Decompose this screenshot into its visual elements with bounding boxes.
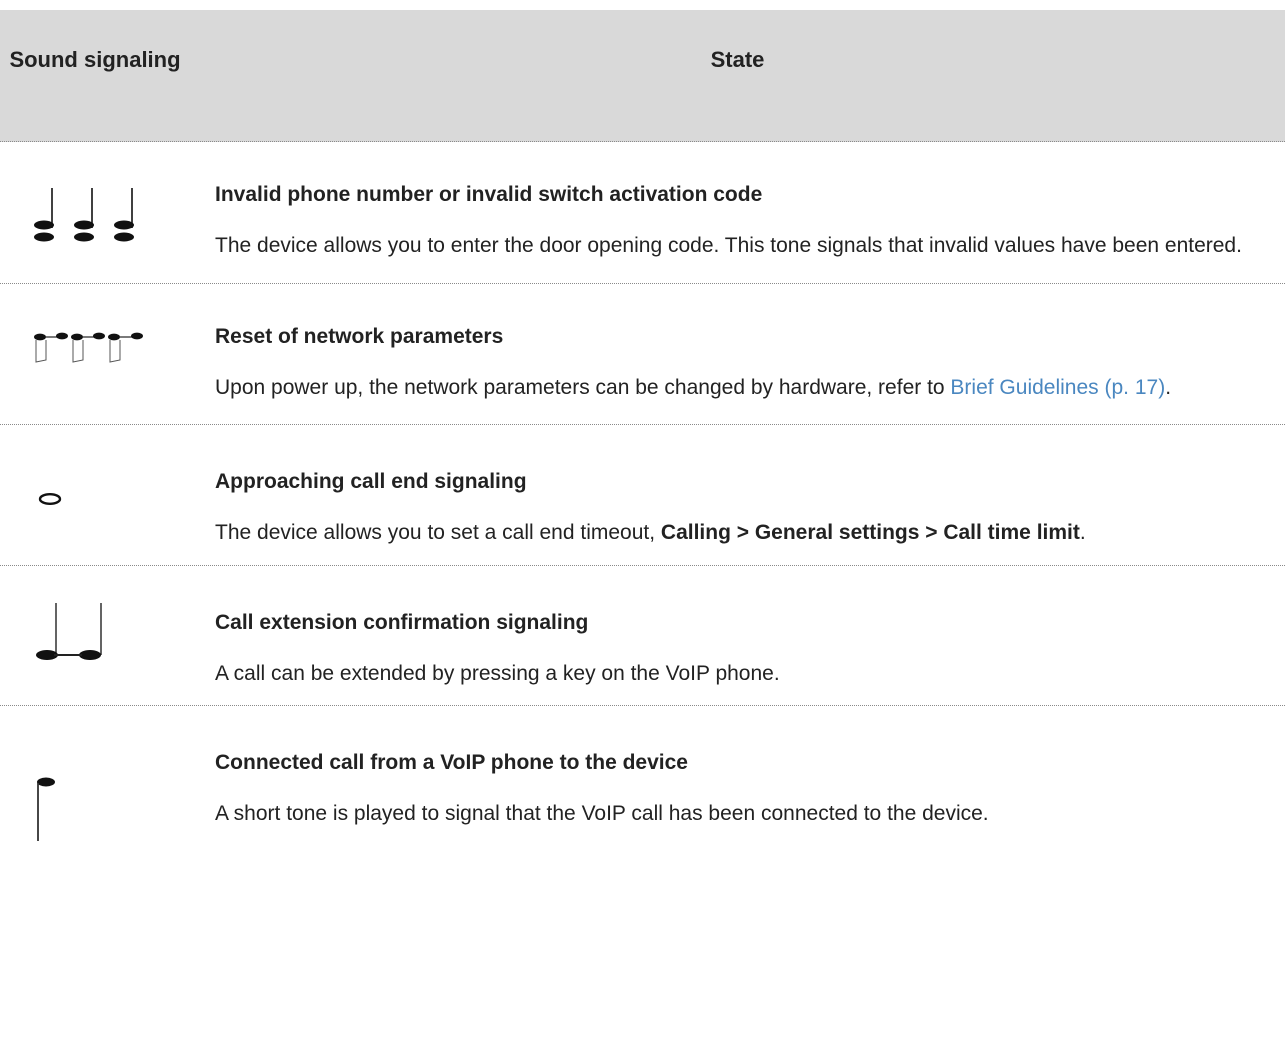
state-description: The device allows you to set a call end … (215, 517, 1265, 548)
sound-cell (0, 706, 190, 841)
state-cell: Reset of network parameters Upon power u… (190, 284, 1285, 424)
three-eighth-notes-icon (34, 188, 134, 242)
state-title: Invalid phone number or invalid switch a… (215, 183, 763, 206)
table-row: Connected call from a VoIP phone to the … (0, 706, 1285, 841)
header-state: State (710, 47, 765, 72)
description-text: The device allows you to set a call end … (215, 521, 661, 544)
state-title: Connected call from a VoIP phone to the … (215, 751, 688, 774)
state-description: A call can be extended by pressing a key… (215, 662, 780, 685)
sound-cell (0, 142, 190, 283)
sound-cell (0, 566, 190, 705)
table-row: Invalid phone number or invalid switch a… (0, 142, 1285, 284)
state-cell: Call extension confirmation signaling A … (190, 566, 1285, 705)
sound-cell (0, 284, 190, 424)
state-description: A short tone is played to signal that th… (215, 802, 989, 825)
state-cell: Invalid phone number or invalid switch a… (190, 142, 1285, 283)
header-sound-signaling: Sound signaling (9, 47, 181, 72)
whole-note-icon (38, 492, 62, 506)
brief-guidelines-link[interactable]: Brief Guidelines (p. 17) (950, 376, 1165, 399)
table-row: Reset of network parameters Upon power u… (0, 284, 1285, 425)
state-cell: Connected call from a VoIP phone to the … (190, 706, 1285, 839)
sound-signaling-table: Sound signaling State Invalid phone numb… (0, 10, 1285, 841)
menu-path: Calling > General settings > Call time l… (660, 521, 1080, 544)
state-title: Call extension confirmation signaling (215, 611, 589, 634)
state-title: Reset of network parameters (215, 325, 504, 348)
table-row: Approaching call end signaling The devic… (0, 425, 1285, 566)
table-row: Call extension confirmation signaling A … (0, 566, 1285, 706)
state-description: Upon power up, the network parameters ca… (215, 372, 1265, 403)
state-cell: Approaching call end signaling The devic… (190, 425, 1285, 565)
description-text: Upon power up, the network parameters ca… (215, 376, 951, 399)
description-suffix: . (1079, 521, 1086, 544)
state-title: Approaching call end signaling (215, 470, 527, 493)
single-flag-note-icon (37, 777, 55, 841)
description-suffix: . (1165, 376, 1172, 399)
three-hollow-eighth-notes-icon (34, 332, 143, 363)
table-header: Sound signaling State (0, 10, 1285, 142)
sound-cell (0, 425, 190, 565)
state-description: The device allows you to enter the door … (215, 234, 1242, 257)
two-notes-icon (36, 603, 102, 660)
